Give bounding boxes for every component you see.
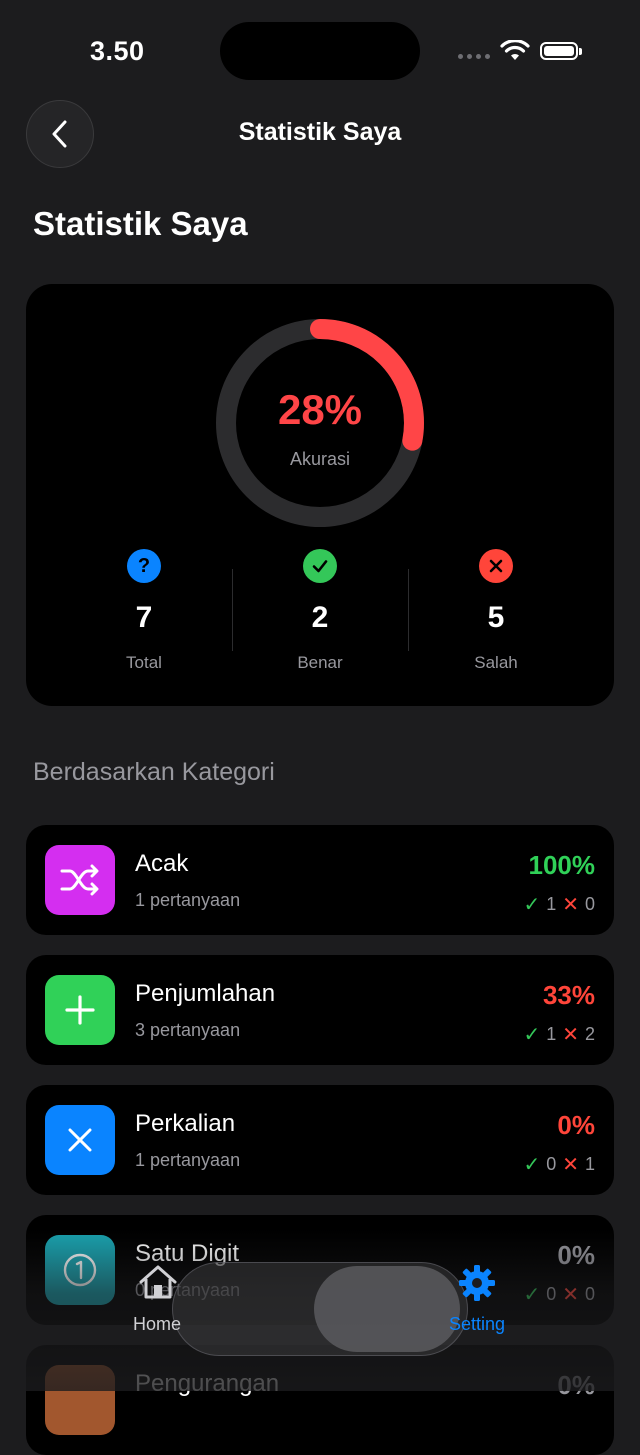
category-tally: ✓ 1 ✕ 2 [523,1022,595,1047]
stat-total-label: Total [126,653,162,672]
nav-title: Statistik Saya [238,118,402,146]
category-wrong-count: 1 [584,1154,595,1174]
category-tally: ✓ 0 ✕ 1 [523,1152,595,1177]
category-count: 1 pertanyaan [135,890,241,910]
stat-total-value: 7 [135,601,153,634]
check-icon [303,549,337,583]
page-title: Statistik Saya [33,205,248,242]
category-wrong-count: 0 [584,1284,595,1304]
wifi-icon [500,40,530,60]
status-time: 3.50 [90,36,145,66]
category-percent: 0% [557,1370,595,1400]
plus-icon [45,975,115,1045]
x-icon [479,549,513,583]
tab-selection-pill[interactable] [314,1266,460,1352]
category-correct-count: 0 [546,1284,557,1304]
category-name: Perkalian [135,1110,236,1137]
battery-icon [540,42,582,60]
gear-icon [459,1265,495,1301]
x-icon: ✕ [562,1284,579,1306]
check-icon: ✓ [523,1284,541,1306]
question-icon: ? [127,549,161,583]
category-wrong-count: 0 [584,894,595,914]
summary-card: 28% Akurasi ? 7 Total 2 Benar 5 Salah [26,284,614,706]
category-correct-count: 1 [546,1024,557,1044]
stat-total: ? 7 Total [56,549,232,673]
category-wrong-count: 2 [584,1024,595,1044]
category-percent: 0% [557,1240,595,1270]
category-correct-count: 0 [546,1154,557,1174]
category-row-penjumlahan[interactable]: Penjumlahan 3 pertanyaan 33% ✓ 1 ✕ 2 [26,955,614,1065]
accuracy-label: Akurasi [289,449,351,469]
section-title-categories: Berdasarkan Kategori [33,758,275,786]
category-name: Pengurangan [135,1370,280,1397]
stat-correct-value: 2 [311,601,329,634]
x-icon: ✕ [562,1024,579,1046]
stat-wrong-label: Salah [474,653,518,672]
check-icon: ✓ [523,1154,541,1176]
category-name: Penjumlahan [135,980,276,1007]
category-row-perkalian[interactable]: Perkalian 1 pertanyaan 0% ✓ 0 ✕ 1 [26,1085,614,1195]
status-bar: 3.50 [0,0,640,100]
x-icon: ✕ [562,894,579,916]
category-percent: 33% [542,980,595,1010]
stat-correct-label: Benar [297,653,343,672]
tab-home-label: Home [132,1314,181,1334]
x-icon: ✕ [562,1154,579,1176]
category-tally: ✓ 1 ✕ 0 [523,892,595,917]
category-correct-count: 1 [546,894,557,914]
check-icon: ✓ [523,1024,541,1046]
category-tally: ✓ 0 ✕ 0 [523,1282,595,1307]
category-percent: 100% [528,850,596,880]
minus-icon [45,1365,115,1435]
stat-wrong-value: 5 [487,601,505,634]
category-row-pengurangan[interactable]: Pengurangan 0% [26,1345,614,1455]
house-icon [139,1265,177,1299]
category-count: 1 pertanyaan [135,1150,241,1170]
multiply-icon [45,1105,115,1175]
check-icon: ✓ [523,894,541,916]
one-circle-icon [45,1235,115,1305]
shuffle-icon [45,845,115,915]
stat-wrong: 5 Salah [408,549,584,673]
dynamic-island [220,22,420,80]
category-row-acak[interactable]: Acak 1 pertanyaan 100% ✓ 1 ✕ 0 [26,825,614,935]
category-percent: 0% [557,1110,595,1140]
stat-correct: 2 Benar [232,549,408,673]
tab-setting-label: Setting [448,1314,506,1334]
category-name: Acak [135,850,189,877]
cellular-signal-icon [458,54,490,59]
accuracy-percent: 28% [277,386,363,433]
category-count: 3 pertanyaan [135,1020,241,1040]
